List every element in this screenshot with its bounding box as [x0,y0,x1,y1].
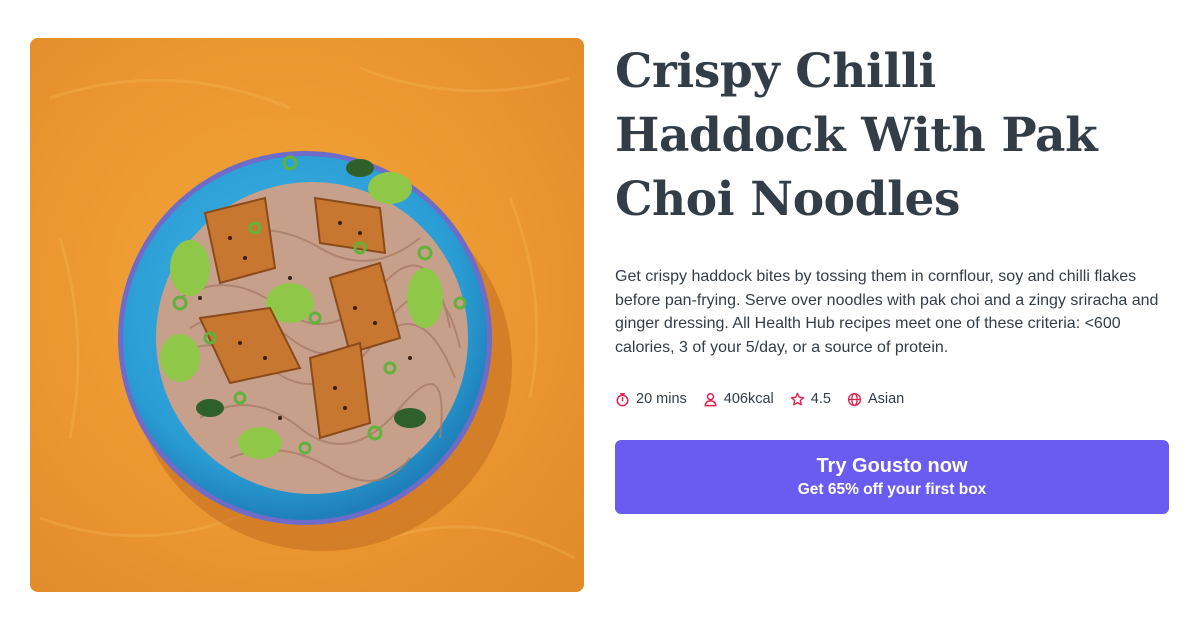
recipe-meta: 20 mins 406kcal 4.5 Asian [615,388,1170,410]
meta-rating: 4.5 [790,391,831,407]
recipe-description: Get crispy haddock bites by tossing them… [615,268,1159,356]
cta-subtitle: Get 65% off your first box [797,480,987,498]
meta-cuisine: Asian [847,391,904,407]
globe-icon [847,392,862,407]
recipe-title: Crispy Chilli Haddock With Pak Choi Nood… [615,44,1098,227]
meta-time-label: 20 mins [636,391,687,407]
try-gousto-button[interactable]: Try Gousto now Get 65% off your first bo… [615,440,1169,514]
cta-title: Try Gousto now [816,454,968,477]
meta-rating-label: 4.5 [810,391,831,407]
meta-calories-label: 406kcal [723,391,774,407]
meta-cuisine-label: Asian [867,391,905,407]
meta-calories: 406kcal [703,391,774,407]
recipe-photo [30,38,584,592]
person-icon [703,392,718,407]
recipe-card: Crispy Chilli Haddock With Pak Choi Nood… [0,0,1200,630]
star-icon [790,392,805,407]
timer-icon [615,392,630,407]
meta-time: 20 mins [615,391,687,407]
recipe-details: Crispy Chilli Haddock With Pak Choi Nood… [615,40,1170,514]
